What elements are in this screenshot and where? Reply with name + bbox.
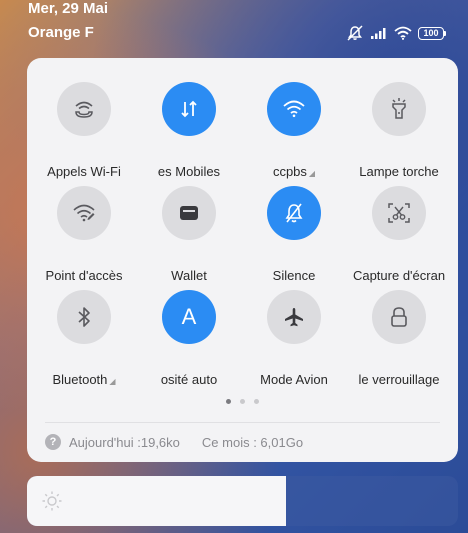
quick-settings-panel: Appels Wi-Fi es Mobiles ccpbs ◢ Lampe tor… bbox=[27, 58, 458, 462]
tile-screenshot[interactable]: Capture d'écran bbox=[346, 176, 452, 283]
page-dot[interactable] bbox=[254, 399, 259, 404]
help-icon[interactable]: ? bbox=[45, 434, 61, 450]
tile-wallet[interactable]: Wallet bbox=[136, 176, 242, 283]
battery-icon: 100 bbox=[418, 26, 446, 40]
status-carrier: Orange F bbox=[28, 24, 94, 41]
mobile-data-icon[interactable] bbox=[162, 82, 216, 136]
auto-brightness-glyph: A bbox=[181, 304, 197, 329]
signal-icon bbox=[370, 26, 388, 40]
bluetooth-icon[interactable] bbox=[57, 290, 111, 344]
wifi-status-icon bbox=[394, 26, 412, 40]
tile-silence[interactable]: Silence bbox=[241, 176, 347, 283]
page-dot-active[interactable] bbox=[226, 399, 231, 404]
brightness-fill[interactable] bbox=[27, 476, 286, 526]
auto-brightness-icon[interactable]: A bbox=[162, 290, 216, 344]
wifi-calling-icon[interactable] bbox=[57, 82, 111, 136]
airplane-icon[interactable] bbox=[267, 290, 321, 344]
wallet-icon[interactable] bbox=[162, 186, 216, 240]
bluetooth-label: Bluetooth bbox=[52, 372, 108, 387]
data-usage[interactable]: ? Aujourd'hui :19,6ko Ce mois : 6,01Go bbox=[45, 432, 303, 452]
status-date: Mer, 29 Mai bbox=[28, 0, 109, 17]
tile-hotspot[interactable]: Point d'accès bbox=[31, 176, 137, 283]
page-dot[interactable] bbox=[240, 399, 245, 404]
tile-airplane[interactable]: Mode Avion bbox=[241, 280, 347, 387]
status-bar: Mer, 29 Mai Orange F 100 bbox=[0, 0, 468, 52]
bell-off-icon[interactable] bbox=[267, 186, 321, 240]
brightness-slider[interactable] bbox=[27, 476, 458, 526]
tile-flashlight[interactable]: Lampe torche bbox=[346, 72, 452, 179]
screenshot-icon[interactable] bbox=[372, 186, 426, 240]
tile-lock[interactable]: le verrouillage bbox=[346, 280, 452, 387]
flashlight-icon[interactable] bbox=[372, 82, 426, 136]
lock-icon[interactable] bbox=[372, 290, 426, 344]
tile-label: Bluetooth ◢ bbox=[23, 372, 145, 387]
wifi-icon[interactable] bbox=[267, 82, 321, 136]
hotspot-icon[interactable] bbox=[57, 186, 111, 240]
tile-auto-brightness[interactable]: A osité auto bbox=[136, 280, 242, 387]
usage-today: Aujourd'hui :19,6ko bbox=[69, 434, 180, 450]
tile-wifi-calling[interactable]: Appels Wi-Fi bbox=[31, 72, 137, 179]
silent-status-icon bbox=[346, 25, 364, 41]
usage-month: Ce mois : 6,01Go bbox=[201, 434, 304, 450]
sun-icon bbox=[41, 490, 63, 517]
battery-level: 100 bbox=[418, 26, 444, 40]
tile-wifi[interactable]: ccpbs ◢ bbox=[241, 72, 347, 179]
expand-arrow-icon: ◢ bbox=[109, 377, 116, 386]
tile-bluetooth[interactable]: Bluetooth ◢ bbox=[31, 280, 137, 387]
status-icons: 100 bbox=[346, 24, 446, 42]
tile-label: le verrouillage bbox=[358, 372, 440, 387]
tile-label: osité auto bbox=[160, 372, 218, 387]
page-indicator bbox=[27, 399, 458, 404]
tile-label: Mode Avion bbox=[260, 372, 328, 387]
tile-mobile-data[interactable]: es Mobiles bbox=[136, 72, 242, 179]
divider bbox=[45, 422, 440, 423]
